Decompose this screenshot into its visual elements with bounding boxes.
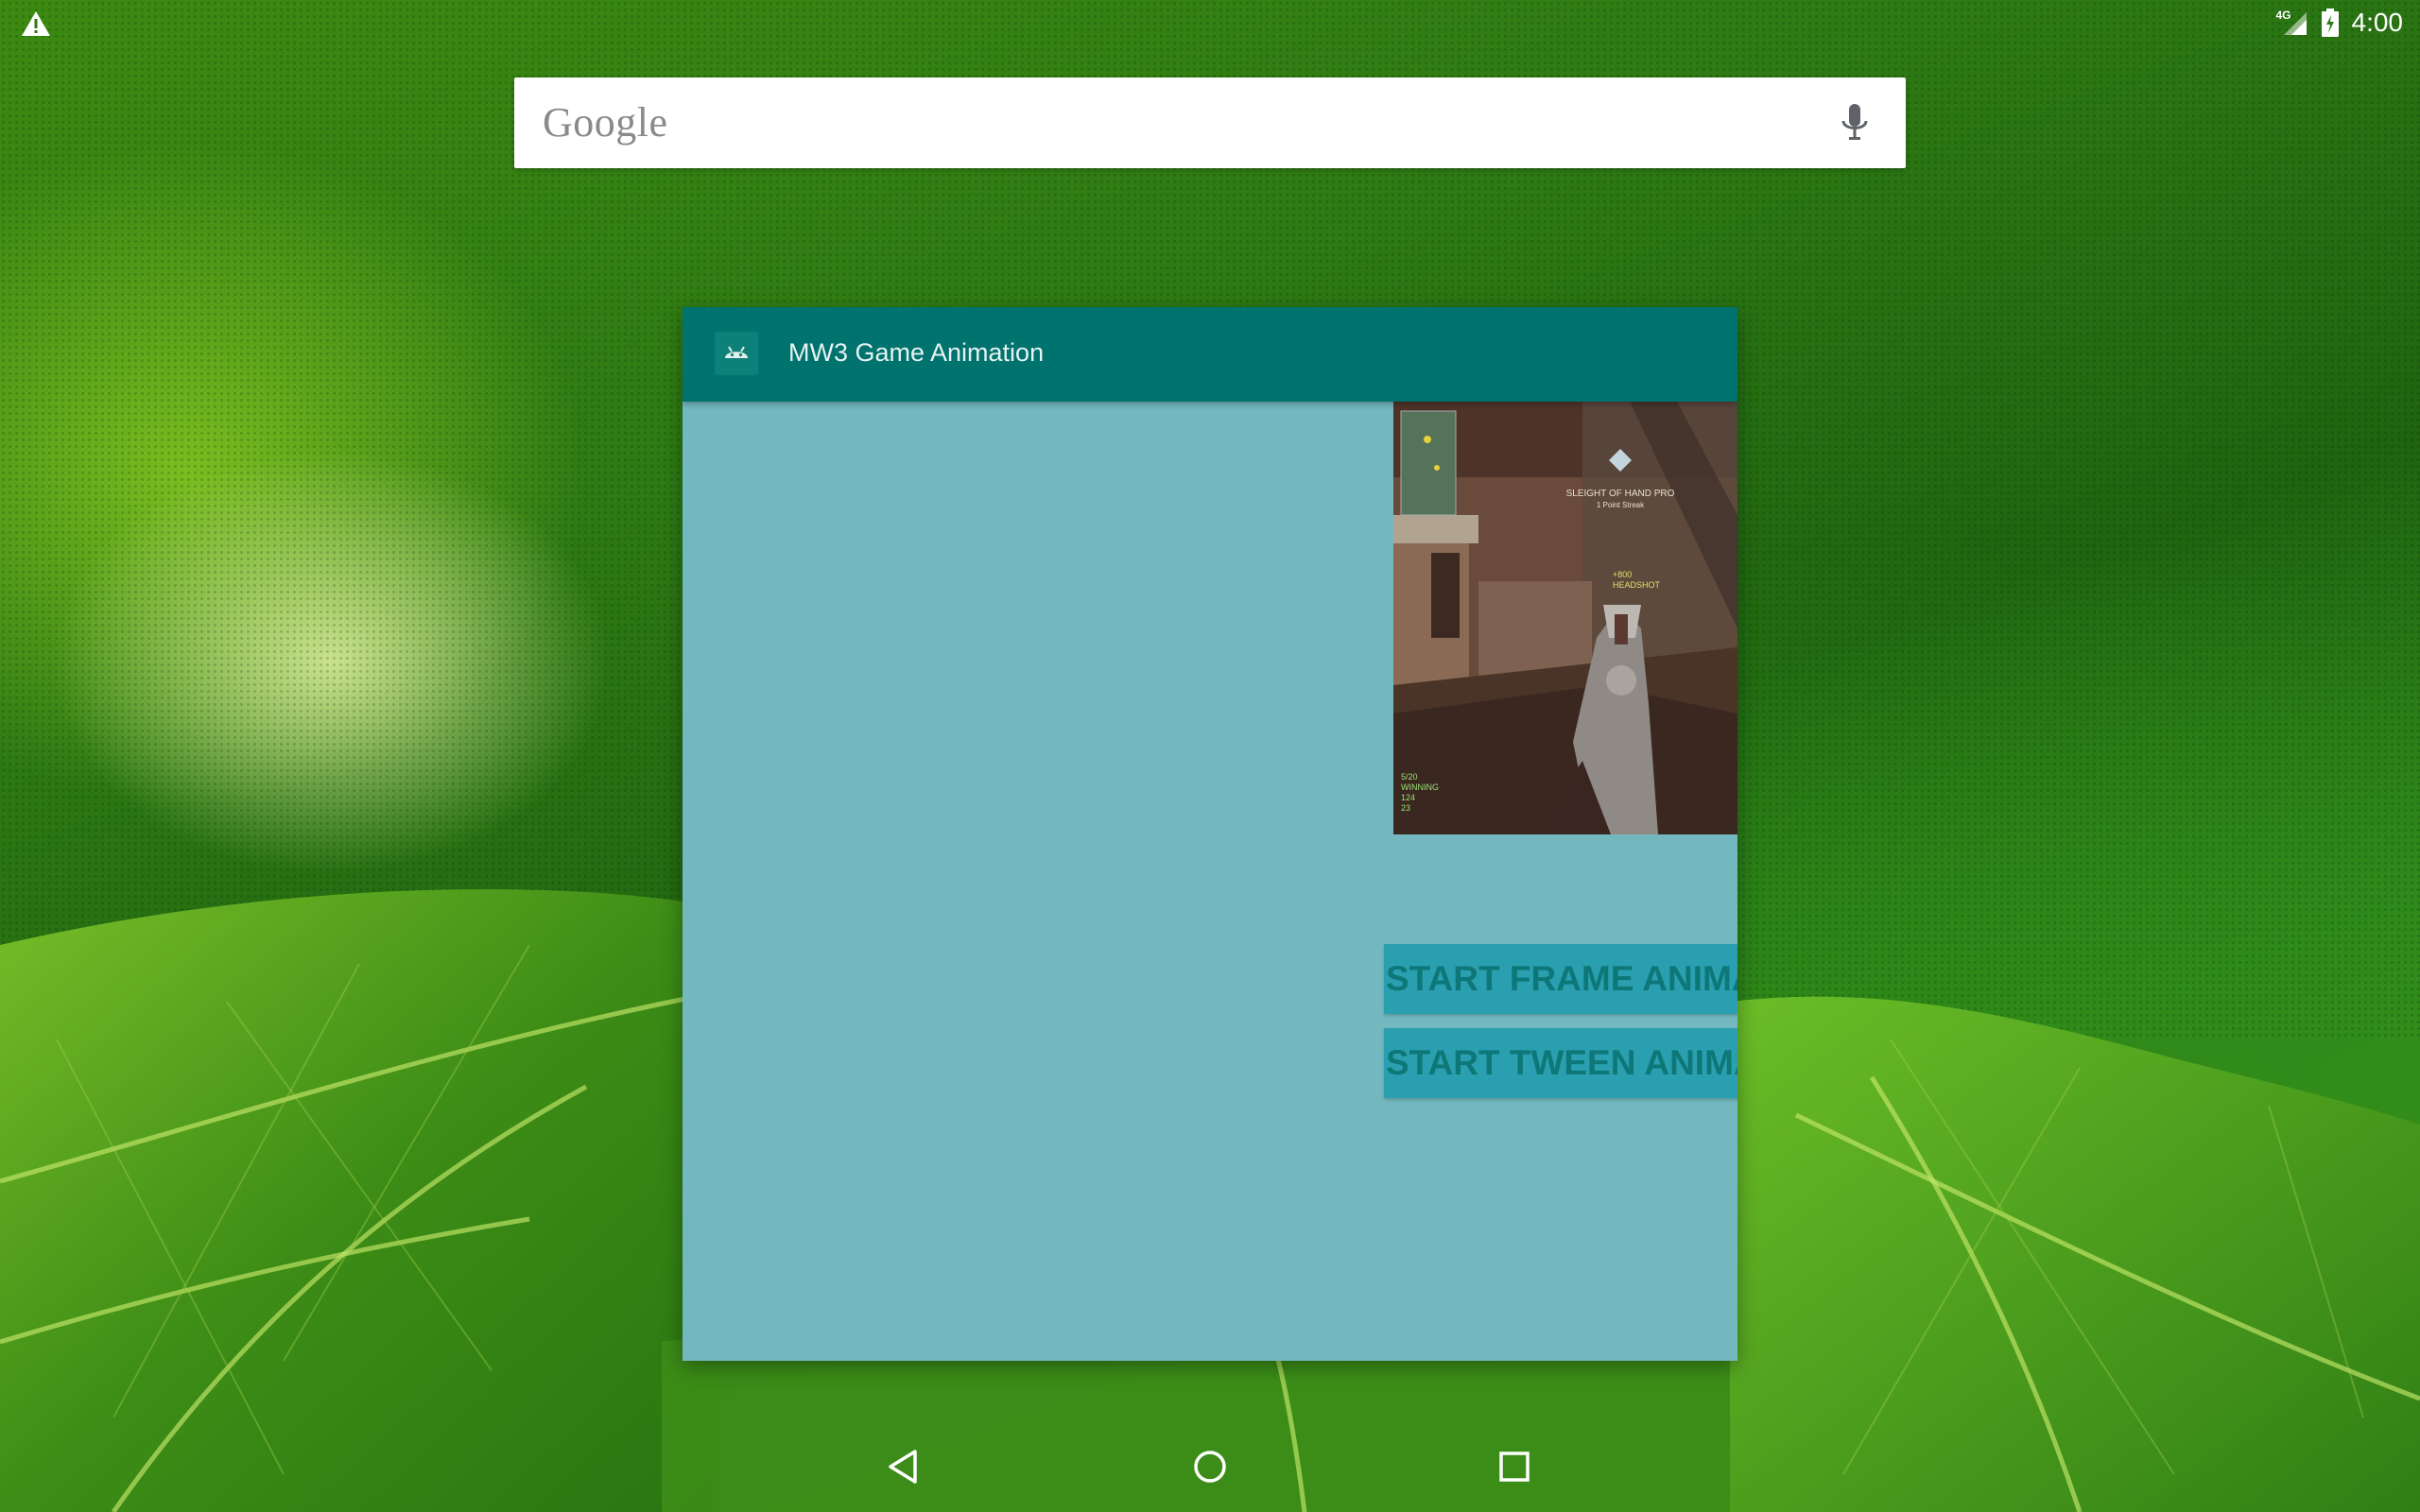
score-points: +800: [1613, 570, 1633, 579]
status-icons: 4G 4:00: [2276, 6, 2404, 40]
hud-score-text: +800 HEADSHOT: [1613, 570, 1660, 591]
navigation-bar: [0, 1421, 2420, 1512]
app-icon-tile: [715, 332, 758, 375]
google-logo: Google: [543, 99, 668, 146]
medal-subtitle: 1 Point Streak: [1596, 501, 1645, 509]
battery-charging-icon: [2321, 9, 2339, 37]
home-circle-icon[interactable]: [1187, 1444, 1233, 1489]
hud-medal-text: SLEIGHT OF HAND PRO 1 Point Streak: [1564, 489, 1677, 511]
hud-stat-1: 5/20: [1401, 772, 1418, 782]
app-window[interactable]: MW3 Game Animation SLEIGHT OF HAND PRO 1…: [683, 307, 1737, 1361]
android-icon: [725, 346, 748, 358]
start-frame-animation-button[interactable]: START FRAME ANIMATION: [1384, 944, 1737, 1014]
game-screenshot-image: SLEIGHT OF HAND PRO 1 Point Streak +800 …: [1393, 402, 1737, 834]
medal-title: SLEIGHT OF HAND PRO: [1565, 489, 1675, 499]
warning-icon: [22, 11, 50, 36]
status-bar: 4G 4:00: [0, 0, 2420, 45]
clock: 4:00: [2351, 8, 2404, 37]
app-content: SLEIGHT OF HAND PRO 1 Point Streak +800 …: [683, 402, 1737, 1361]
cell-signal-icon: 4G: [2276, 9, 2308, 37]
back-triangle-icon[interactable]: [881, 1444, 926, 1489]
mic-icon[interactable]: [1840, 102, 1870, 144]
google-search-bar[interactable]: Google: [514, 77, 1906, 168]
recents-square-icon[interactable]: [1492, 1444, 1537, 1489]
hud-stat-3: 124: [1401, 793, 1416, 802]
hud-stat-2: WINNING: [1401, 782, 1439, 792]
hud-stats-text: 5/20 WINNING 124 23: [1401, 772, 1439, 814]
start-tween-animation-button[interactable]: START TWEEN ANIMATION: [1384, 1028, 1737, 1098]
app-title: MW3 Game Animation: [788, 338, 1045, 367]
hud-stat-4: 23: [1401, 803, 1411, 813]
score-label: HEADSHOT: [1613, 580, 1661, 590]
app-title-bar[interactable]: MW3 Game Animation: [683, 307, 1737, 402]
